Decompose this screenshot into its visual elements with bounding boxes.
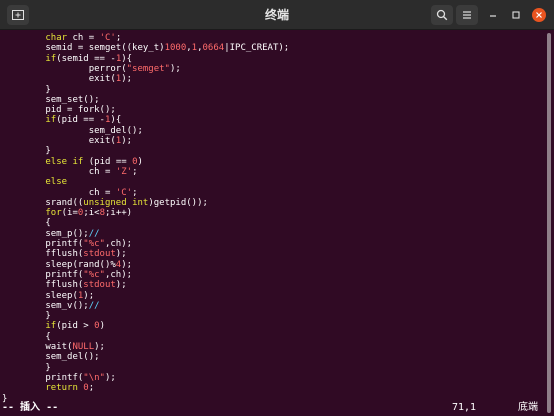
code-line: else if (pid == 0) [45,156,143,167]
code-line: ch = 'Z'; [2,166,138,177]
terminal-content[interactable]: char ch = 'C'; semid = semget((key_t)100… [0,30,544,416]
search-icon [436,9,448,21]
code-line: } [2,146,51,157]
code-line: perror("semget"); [2,63,181,74]
code-line: srand((unsigned int)getpid()); [2,197,208,208]
code-line: pid = fork(); [2,105,116,116]
code-line: sem_del(); [2,352,100,363]
code-line: wait(NULL); [2,342,105,352]
code-line: if(pid > 0) [45,321,105,332]
code-line: sem_p();// [2,228,100,239]
code-line: else [45,177,68,188]
code-line: { [2,218,51,229]
code-line: sleep(1); [2,290,95,301]
vim-status-line: -- 插入 -- 71,1 底端 [0,401,544,415]
minimize-button[interactable] [485,7,501,23]
code-line: fflush(stdout); [2,280,127,291]
close-button[interactable] [531,7,547,23]
menu-button[interactable] [456,5,478,25]
code-line: char ch = 'C'; [45,33,122,43]
search-button[interactable] [431,5,453,25]
code-line: printf("%c",ch); [2,269,133,280]
maximize-button[interactable] [508,7,524,23]
code-line: for(i=0;i<8;i++) [45,208,133,219]
code-line: exit(1); [2,136,133,146]
scrollbar[interactable] [545,31,553,415]
code-line: ch = 'C'; [2,187,138,198]
code-line: sleep(rand()%4); [2,259,133,270]
insert-mode-indicator: -- 插入 -- [2,402,59,413]
maximize-icon [512,11,520,19]
code-line: sem_del(); [2,125,143,136]
code-line: exit(1); [2,74,133,85]
code-line: { [2,331,51,342]
code-line: sem_set(); [2,94,100,105]
code-line: fflush(stdout); [2,249,127,260]
code-line: } [2,311,51,322]
code-line: return 0; [45,383,95,394]
hamburger-menu-icon [463,11,471,19]
title-bar: 终端 [0,0,554,30]
code-line: sem_v();// [2,300,100,311]
code-line: printf("%c",ch); [2,239,133,249]
terminal-window: 终端 char ch = 'C'; semid = semget((key_t)… [0,0,554,416]
code-line: if(pid == -1){ [45,115,122,126]
code-line: } [2,84,51,95]
code-line: if(semid == -1){ [45,53,133,64]
cursor-position: 71,1 [452,402,477,413]
code-line: } [2,362,51,373]
code-line: semid = semget((key_t)1000,1,0664|IPC_CR… [2,43,290,54]
scrollbar-thumb[interactable] [547,33,551,413]
close-icon [536,12,542,18]
scroll-position: 底端 [518,402,538,413]
close-circle [532,8,546,22]
code-line: printf("\n"); [2,372,116,383]
minimize-icon [490,15,496,17]
